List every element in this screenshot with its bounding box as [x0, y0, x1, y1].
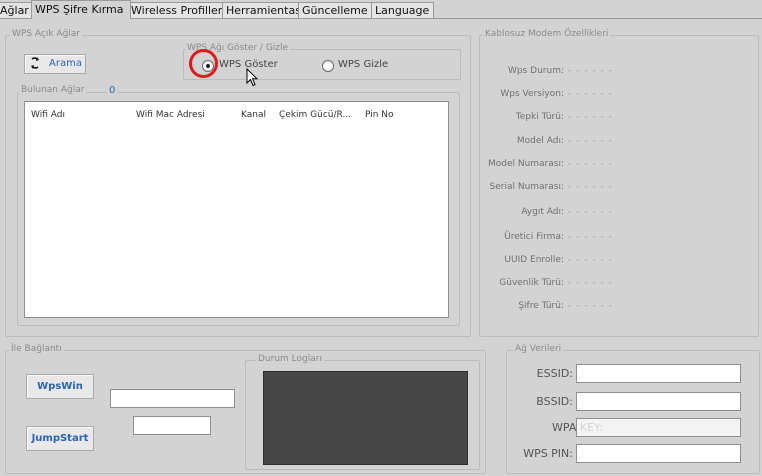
connection-input-1[interactable]: [110, 389, 235, 408]
networks-list[interactable]: [24, 101, 449, 318]
modem-field-label: Güvenlik Türü:: [499, 278, 564, 288]
modem-field-label: Serial Numarası:: [489, 182, 564, 192]
column-wifi-name[interactable]: Wifi Adı: [31, 110, 65, 120]
found-networks-title: Bulunan Ağlar: [19, 85, 87, 95]
network-data-title: Ağ Verileri: [513, 344, 564, 354]
highlight-circle: [189, 49, 218, 78]
column-signal[interactable]: Çekim Gücü/R...: [279, 110, 351, 120]
found-count: 0: [107, 85, 118, 96]
tab-guncelleme[interactable]: Güncelleme: [298, 2, 374, 18]
modem-field-label: Model Adı:: [516, 136, 564, 146]
essid-label: ESSID:: [536, 367, 573, 380]
modem-field-value: - - - - - -: [568, 301, 613, 311]
search-button[interactable]: Arama: [24, 54, 86, 74]
wps-pin-field[interactable]: [576, 444, 741, 463]
column-channel[interactable]: Kanal: [241, 110, 266, 120]
modem-field-value: - - - - - -: [568, 232, 613, 242]
tab-wps-sifre-kirma[interactable]: WPS Şifre Kırma: [31, 0, 131, 19]
modem-field-label: Üretici Firma:: [504, 232, 564, 242]
wpa-key-field[interactable]: [576, 418, 741, 437]
modem-field-value: - - - - - -: [568, 182, 613, 192]
modem-field-value: - - - - - -: [568, 255, 613, 265]
wps-hide-radio[interactable]: [322, 60, 334, 72]
jumpstart-button[interactable]: JumpStart: [26, 426, 94, 451]
modem-properties-title: Kablosuz Modem Özellikleri: [483, 29, 611, 39]
tab-herramientas[interactable]: Herramientas: [222, 2, 301, 18]
mouse-pointer-icon: [246, 67, 259, 90]
connection-input-2[interactable]: [133, 416, 211, 435]
search-button-label: Arama: [49, 58, 82, 69]
modem-field-value: - - - - - -: [568, 112, 613, 122]
modem-field-label: Şifre Türü:: [518, 301, 564, 311]
tab-aglar[interactable]: Ağlar: [0, 2, 34, 18]
connection-title: İle Bağlantı: [9, 344, 64, 354]
modem-field-value: - - - - - -: [568, 207, 613, 217]
modem-field-label: Model Numarası:: [487, 159, 564, 169]
tab-bar: Ağlar WPS Şifre Kırma Wireless Profiller…: [0, 0, 762, 19]
modem-field-label: Aygıt Adı:: [521, 207, 564, 217]
column-pin[interactable]: Pin No: [365, 110, 394, 120]
status-log-title: Durum Logları: [256, 354, 324, 364]
modem-field-label: Wps Versiyon:: [500, 89, 564, 99]
modem-field-label: Tepki Türü:: [515, 112, 564, 122]
modem-field-value: - - - - - -: [568, 136, 613, 146]
tab-language[interactable]: Language: [371, 2, 434, 18]
modem-field-value: - - - - - -: [568, 89, 613, 99]
wps-pin-label: WPS PIN:: [523, 447, 573, 460]
wps-networks-title: WPS Açık Ağlar: [10, 29, 83, 39]
modem-field-label: Wps Durum:: [508, 66, 564, 76]
wpswin-button[interactable]: WpsWin: [26, 374, 94, 399]
essid-field[interactable]: [576, 364, 741, 383]
status-log-area[interactable]: [263, 371, 468, 465]
modem-field-value: - - - - - -: [568, 66, 613, 76]
column-mac-address[interactable]: Wifi Mac Adresi: [136, 110, 205, 120]
modem-field-value: - - - - - -: [568, 159, 613, 169]
bssid-field[interactable]: [576, 392, 741, 411]
bssid-label: BSSID:: [536, 395, 573, 408]
modem-field-value: - - - - - -: [568, 278, 613, 288]
wps-hide-label: WPS Gizle: [338, 59, 389, 70]
refresh-arrows-icon: [29, 55, 41, 78]
tab-wireless-profilleri[interactable]: Wireless Profilleri: [127, 2, 225, 18]
modem-field-label: UUID Enrolle:: [504, 255, 564, 265]
